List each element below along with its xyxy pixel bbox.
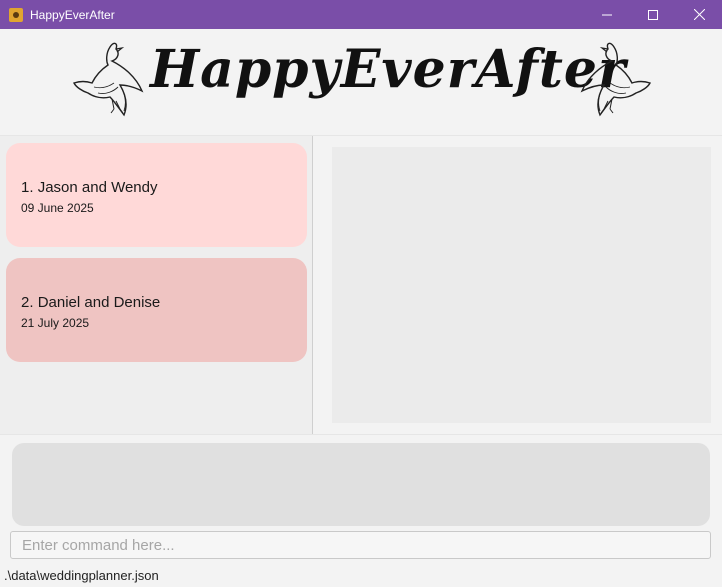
app-banner: HappyEverAfter (0, 29, 722, 135)
window-controls (584, 0, 722, 29)
status-bar-file-path: .\data\weddingplanner.json (4, 568, 159, 583)
detail-panel (314, 136, 722, 434)
close-button[interactable] (676, 0, 722, 29)
detail-view (332, 147, 711, 423)
wedding-name: 1. Jason and Wendy (21, 179, 158, 196)
close-icon (693, 9, 705, 20)
dove-icon (580, 42, 651, 117)
result-display (12, 443, 710, 526)
wedding-name: 2. Daniel and Denise (21, 294, 161, 311)
command-input[interactable] (11, 532, 710, 558)
main-content: 1. Jason and Wendy 09 June 2025 2. Danie… (0, 135, 722, 435)
dove-icon (73, 42, 144, 117)
app-icon (9, 7, 23, 22)
wedding-list[interactable]: 1. Jason and Wendy 09 June 2025 2. Danie… (0, 136, 313, 434)
minimize-icon (602, 14, 612, 15)
wedding-date: 09 June 2025 (21, 201, 94, 215)
maximize-button[interactable] (630, 0, 676, 29)
command-box[interactable] (10, 531, 711, 559)
maximize-icon (648, 9, 658, 20)
window-titlebar: HappyEverAfter (0, 0, 722, 29)
banner-title: HappyEverAfter (150, 39, 627, 100)
minimize-button[interactable] (584, 0, 630, 29)
wedding-card[interactable]: 2. Daniel and Denise 21 July 2025 (6, 258, 307, 362)
wedding-date: 21 July 2025 (21, 316, 90, 330)
window-title: HappyEverAfter (30, 7, 115, 22)
wedding-card[interactable]: 1. Jason and Wendy 09 June 2025 (6, 143, 307, 247)
